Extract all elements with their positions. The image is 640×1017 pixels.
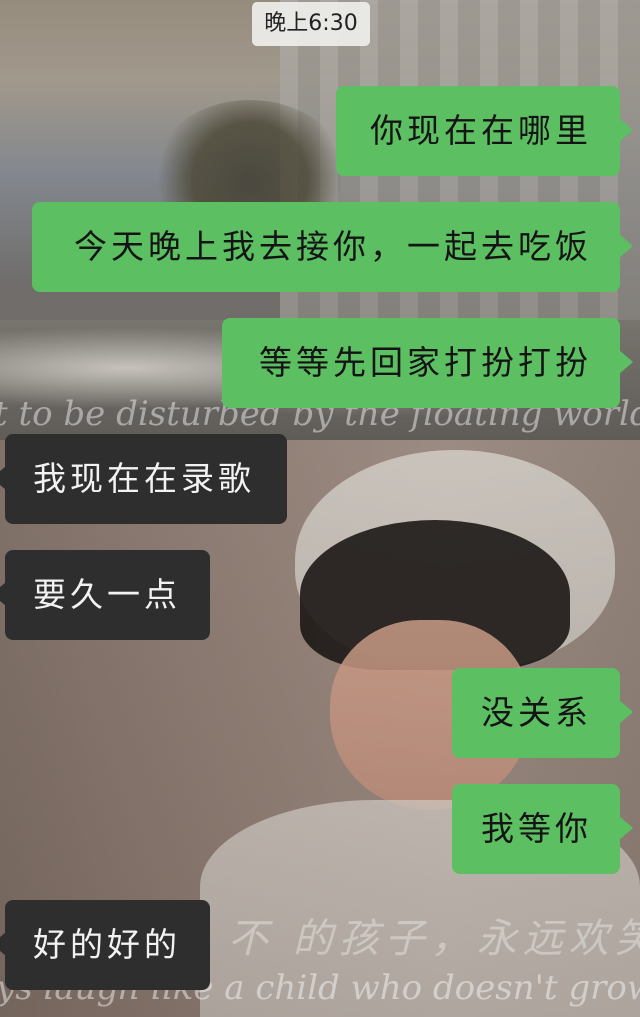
outgoing-message-bubble[interactable]: 等等先回家打扮打扮 [222,318,633,408]
wallpaper-caption-middle: 不 的孩子，永远欢笑 [228,916,640,962]
message-timestamp: 晚上6:30 [252,2,370,46]
incoming-message-bubble[interactable]: 要久一点 [0,550,210,640]
incoming-message-bubble[interactable]: 好的好的 [0,900,210,990]
outgoing-message-bubble[interactable]: 没关系 [452,668,633,758]
chat-screen: t to be disturbed by the floating world … [0,0,640,1017]
outgoing-message-bubble[interactable]: 你现在在哪里 [336,86,633,176]
outgoing-message-bubble[interactable]: 我等你 [452,784,633,874]
incoming-message-bubble[interactable]: 我现在在录歌 [0,434,287,524]
outgoing-message-bubble[interactable]: 今天晚上我去接你，一起去吃饭 [32,202,633,292]
